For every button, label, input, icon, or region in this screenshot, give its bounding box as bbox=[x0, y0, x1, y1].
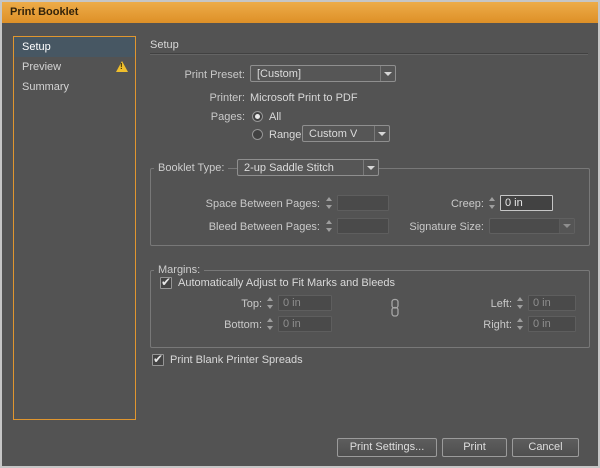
margin-bottom-label: Bottom: bbox=[182, 317, 262, 333]
creep-field[interactable]: 0 in bbox=[500, 195, 553, 211]
bleed-between-pages-field[interactable] bbox=[337, 218, 389, 234]
margin-left-label: Left: bbox=[432, 296, 512, 312]
print-settings-button[interactable]: Print Settings... bbox=[337, 438, 437, 457]
margin-left-field[interactable]: 0 in bbox=[528, 295, 576, 311]
printer-value: Microsoft Print to PDF bbox=[250, 90, 358, 106]
print-preset-label: Print Preset: bbox=[100, 67, 245, 83]
auto-adjust-label: Automatically Adjust to Fit Marks and Bl… bbox=[178, 275, 395, 291]
bleed-between-pages-label: Bleed Between Pages: bbox=[150, 219, 320, 235]
pages-label: Pages: bbox=[100, 109, 245, 125]
signature-size-label: Signature Size: bbox=[404, 219, 484, 235]
sidebar-item-label: Preview bbox=[22, 61, 61, 73]
titlebar[interactable]: Print Booklet bbox=[2, 2, 598, 23]
margin-top-label: Top: bbox=[182, 296, 262, 312]
chevron-down-icon bbox=[363, 160, 378, 175]
print-button[interactable]: Print bbox=[442, 438, 507, 457]
margin-left-stepper[interactable] bbox=[515, 295, 526, 311]
print-blank-spreads-label: Print Blank Printer Spreads bbox=[170, 352, 303, 368]
section-heading: Setup bbox=[150, 39, 179, 51]
chevron-down-icon bbox=[374, 126, 389, 141]
pages-range-radio[interactable] bbox=[252, 129, 263, 140]
pages-range-label: Range: bbox=[269, 127, 304, 143]
print-preset-dropdown[interactable]: [Custom] bbox=[250, 65, 396, 82]
cancel-button[interactable]: Cancel bbox=[512, 438, 579, 457]
chevron-down-icon bbox=[380, 66, 395, 81]
signature-size-dropdown[interactable] bbox=[489, 218, 575, 234]
print-booklet-dialog: Print Booklet Setup Preview Summary Setu… bbox=[2, 2, 598, 466]
sidebar-item-label: Summary bbox=[22, 81, 69, 93]
space-between-pages-label: Space Between Pages: bbox=[150, 196, 320, 212]
booklet-type-label: Booklet Type: bbox=[154, 161, 228, 175]
print-preset-value: [Custom] bbox=[257, 68, 301, 80]
bleed-between-pages-stepper[interactable] bbox=[324, 218, 335, 234]
margin-bottom-field[interactable]: 0 in bbox=[278, 316, 332, 332]
margin-right-label: Right: bbox=[432, 317, 512, 333]
pages-all-radio[interactable] bbox=[252, 111, 263, 122]
chevron-down-icon bbox=[559, 219, 574, 233]
creep-stepper[interactable] bbox=[487, 195, 498, 211]
margin-right-stepper[interactable] bbox=[515, 316, 526, 332]
pages-range-value: Custom V bbox=[309, 128, 357, 140]
print-blank-spreads-checkbox[interactable] bbox=[152, 354, 164, 366]
window-title: Print Booklet bbox=[10, 2, 78, 23]
space-between-pages-stepper up-down-stepper-icon[interactable] bbox=[324, 195, 335, 211]
sidebar-item-setup[interactable]: Setup bbox=[14, 37, 135, 57]
auto-adjust-checkbox[interactable] bbox=[160, 277, 172, 289]
booklet-type-value: 2-up Saddle Stitch bbox=[244, 162, 334, 174]
margin-top-stepper[interactable] bbox=[265, 295, 276, 311]
dialog-frame: Print Booklet Setup Preview Summary Setu… bbox=[0, 0, 600, 468]
chain-link-icon bbox=[388, 298, 402, 323]
margin-top-field[interactable]: 0 in bbox=[278, 295, 332, 311]
margin-bottom-stepper[interactable] bbox=[265, 316, 276, 332]
space-between-pages-field[interactable] bbox=[337, 195, 389, 211]
booklet-type-dropdown[interactable]: 2-up Saddle Stitch bbox=[237, 159, 379, 176]
margin-right-field[interactable]: 0 in bbox=[528, 316, 576, 332]
pages-range-dropdown[interactable]: Custom V bbox=[302, 125, 390, 142]
creep-label: Creep: bbox=[404, 196, 484, 212]
divider bbox=[150, 53, 588, 54]
sidebar-item-label: Setup bbox=[22, 41, 51, 53]
pages-all-label: All bbox=[269, 109, 281, 125]
printer-label: Printer: bbox=[100, 90, 245, 106]
